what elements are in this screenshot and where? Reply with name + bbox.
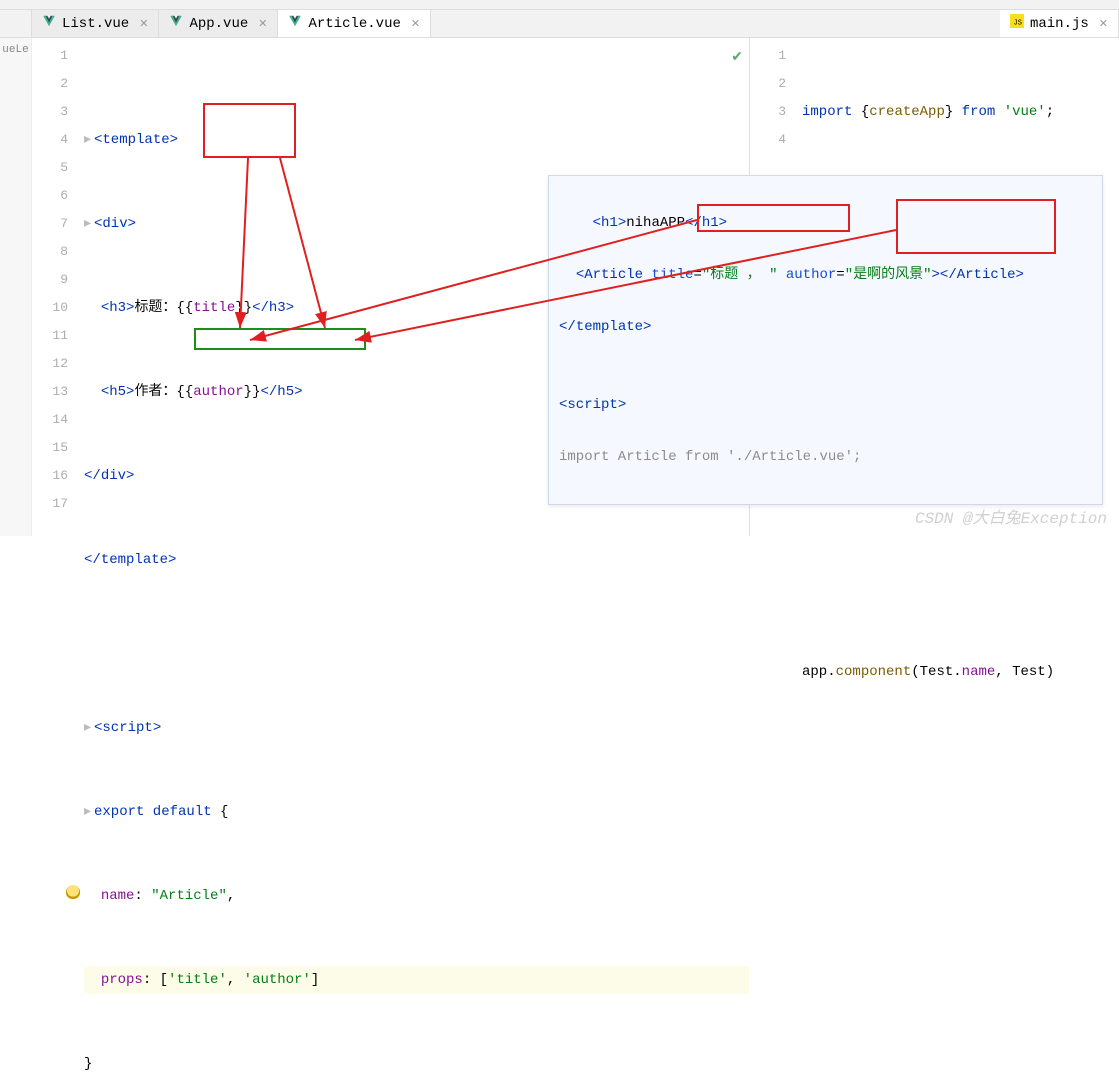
overlay-snippet: <h1>nihaAPP</h1> <Article title="标题 ， " … [548,175,1103,505]
tab-label: main.js [1030,16,1089,32]
tab-label: App.vue [189,16,248,32]
tab-main-js[interactable]: JS main.js ✕ [1000,10,1119,37]
tab-app-vue[interactable]: App.vue ✕ [159,10,278,37]
tabs-row: List.vue ✕ App.vue ✕ Article.vue ✕ JS ma… [0,10,1119,38]
close-icon[interactable]: ✕ [139,17,148,31]
vue-icon [288,14,302,33]
js-icon: JS [1010,14,1024,33]
check-icon: ✔ [731,44,743,72]
left-rail: ueLe [0,38,32,536]
svg-text:JS: JS [1013,20,1021,28]
titlebar-stub [0,0,1119,10]
vue-icon [42,14,56,33]
tab-label: Article.vue [308,16,400,32]
close-icon[interactable]: ✕ [1099,17,1108,31]
close-icon[interactable]: ✕ [258,17,267,31]
tab-list-vue[interactable]: List.vue ✕ [32,10,159,37]
left-stub [0,10,32,37]
tab-article-vue[interactable]: Article.vue ✕ [278,10,431,37]
gutter: 1234567891011121314151617 [32,38,76,536]
tab-label: List.vue [62,16,129,32]
vue-icon [169,14,183,33]
intention-bulb-icon[interactable] [66,885,80,899]
close-icon[interactable]: ✕ [411,17,420,31]
